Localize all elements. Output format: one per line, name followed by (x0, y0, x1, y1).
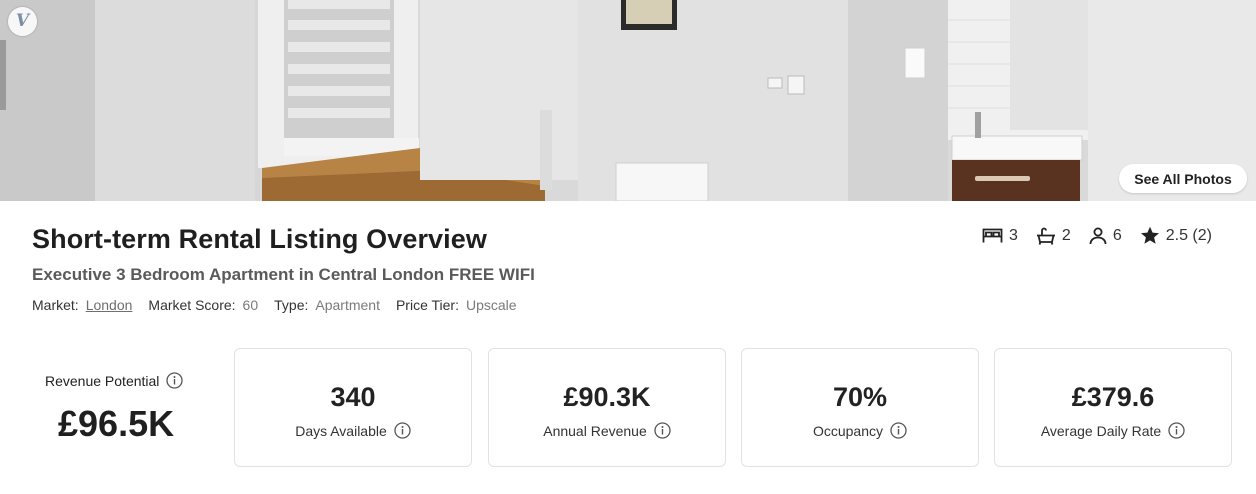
bathtub-icon (1036, 227, 1055, 245)
revenue-potential-label: Revenue Potential (45, 372, 160, 389)
metric-card-average-daily-rate: £379.6 Average Daily Rate (994, 348, 1232, 467)
metric-card-annual-revenue: £90.3K Annual Revenue (488, 348, 726, 467)
metric-value: 340 (330, 382, 376, 412)
listing-photo[interactable]: V See All Photos (0, 0, 1256, 201)
metric-card-days-available: 340 Days Available (234, 348, 472, 467)
market-score-label: Market Score: (148, 297, 236, 313)
listing-name: Executive 3 Bedroom Apartment in Central… (32, 265, 535, 284)
info-icon[interactable] (1168, 422, 1185, 439)
guests-count: 6 (1112, 226, 1122, 244)
bed-icon (982, 228, 1003, 243)
metric-label: Occupancy (812, 422, 884, 439)
bedrooms-count: 3 (1009, 226, 1018, 244)
market-label: Market: (32, 297, 79, 313)
info-icon[interactable] (890, 422, 907, 439)
revenue-potential-label-row: Revenue Potential (45, 372, 184, 389)
rating-value: 2.5 (2) (1165, 226, 1212, 244)
metric-value: £379.6 (1071, 382, 1155, 412)
person-icon (1089, 227, 1107, 244)
metric-label-row: Average Daily Rate (1041, 422, 1185, 439)
type-value: Apartment (315, 297, 380, 313)
metric-label: Average Daily Rate (1040, 422, 1162, 439)
see-all-photos-button[interactable]: See All Photos (1119, 164, 1247, 193)
revenue-potential-value: £96.5K (58, 403, 175, 444)
metric-label-row: Annual Revenue (543, 422, 671, 439)
metric-label-row: Days Available (295, 422, 411, 439)
page-title: Short-term Rental Listing Overview (32, 224, 487, 254)
price-tier-label: Price Tier: (395, 297, 459, 313)
type-label: Type: (274, 297, 309, 313)
bathrooms-count: 2 (1061, 226, 1071, 244)
property-stats: 3 2 6 2.5 (2) (982, 226, 1212, 245)
guests-stat: 6 (1089, 227, 1122, 245)
info-icon[interactable] (394, 422, 411, 439)
info-icon[interactable] (166, 372, 184, 389)
listing-photo-illustration (0, 0, 1256, 201)
metric-label: Days Available (295, 422, 387, 439)
star-icon (1140, 226, 1159, 244)
market-score-value: 60 (242, 297, 259, 313)
listing-meta-row: Market: London Market Score: 60 Type: Ap… (32, 297, 533, 313)
brand-logo-badge: V (8, 7, 37, 36)
bathrooms-stat: 2 (1036, 227, 1071, 245)
market-link[interactable]: London (86, 297, 133, 313)
info-icon[interactable] (654, 422, 671, 439)
metric-value: £90.3K (563, 382, 651, 412)
price-tier-value: Upscale (465, 297, 517, 313)
rating-stat: 2.5 (2) (1140, 226, 1212, 245)
metric-label-row: Occupancy (813, 422, 907, 439)
metric-value: 70% (832, 382, 888, 412)
bedrooms-stat: 3 (982, 227, 1018, 245)
metric-card-occupancy: 70% Occupancy (741, 348, 979, 467)
brand-logo-letter: V (15, 11, 30, 31)
metric-label: Annual Revenue (543, 422, 647, 439)
